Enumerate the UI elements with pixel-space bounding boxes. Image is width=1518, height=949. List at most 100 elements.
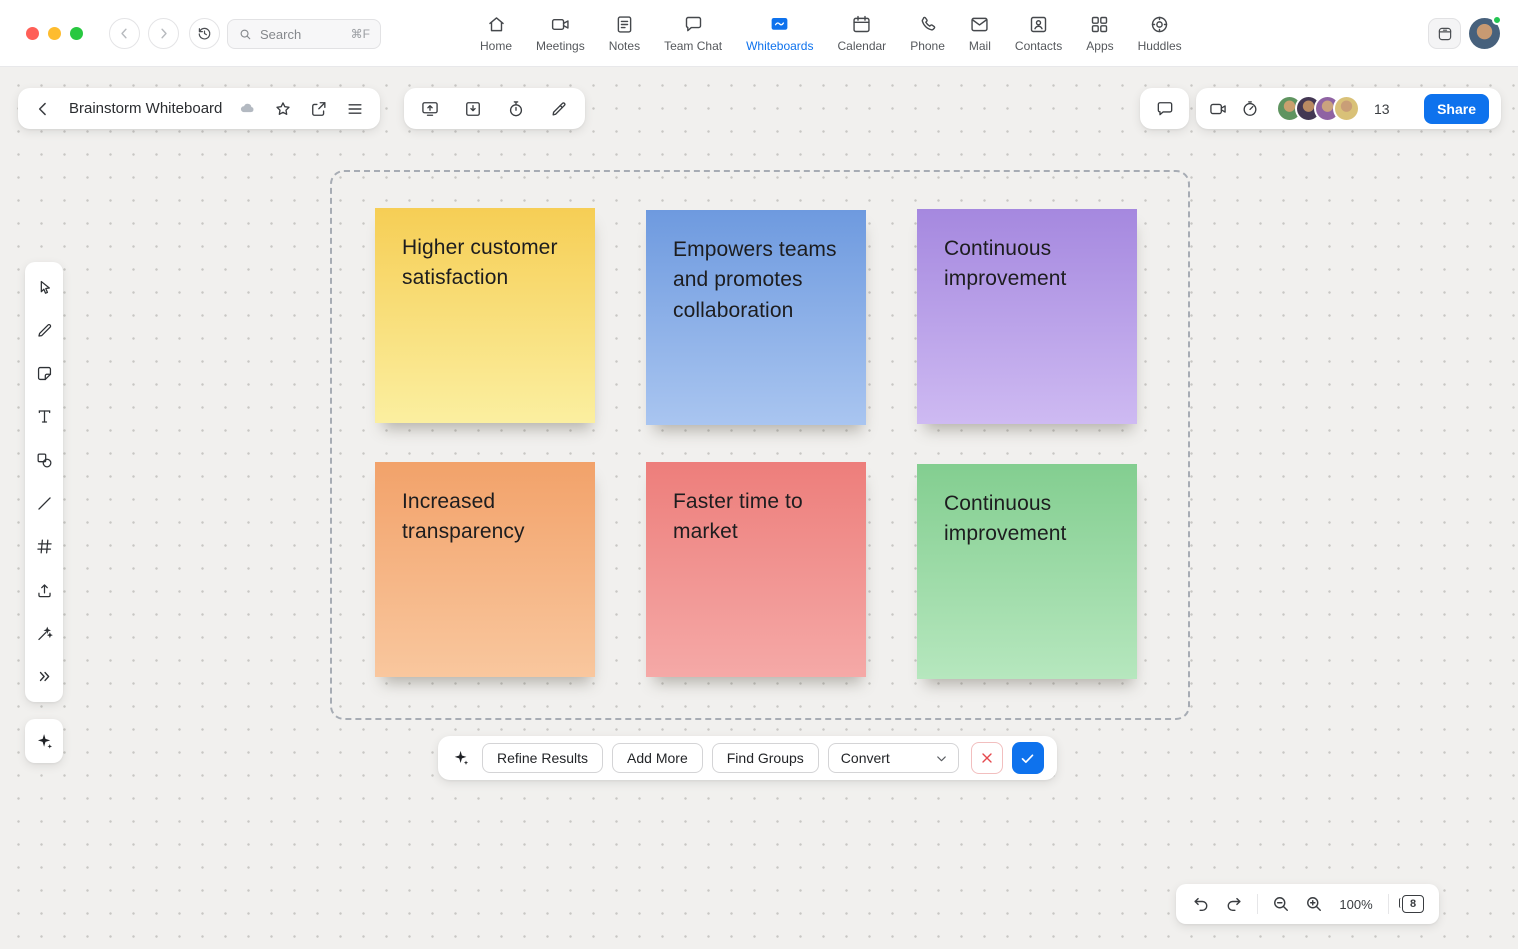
- sticky-note[interactable]: Continuous improvement: [917, 209, 1137, 424]
- ai-assistant-button[interactable]: [34, 731, 55, 752]
- upload-icon: [35, 581, 54, 600]
- tab-label: Huddles: [1138, 39, 1182, 53]
- zoom-out-button[interactable]: [1271, 894, 1291, 914]
- tab-meetings[interactable]: Meetings: [524, 14, 597, 53]
- minimize-window-button[interactable]: [48, 27, 61, 40]
- reject-ai-button[interactable]: [971, 742, 1003, 774]
- pen-icon: [35, 321, 54, 340]
- present-button[interactable]: [420, 99, 440, 119]
- back-button[interactable]: [109, 18, 140, 49]
- huddles-icon: [1149, 14, 1170, 35]
- ai-assistant-card: [25, 719, 63, 763]
- share-button[interactable]: Share: [1424, 94, 1489, 124]
- board-menu-button[interactable]: [345, 99, 365, 119]
- maximize-window-button[interactable]: [70, 27, 83, 40]
- accept-ai-button[interactable]: [1012, 742, 1044, 774]
- save-board-button[interactable]: [463, 99, 483, 119]
- tab-contacts[interactable]: Contacts: [1003, 14, 1074, 53]
- tab-calendar[interactable]: Calendar: [825, 14, 898, 53]
- sticky-note[interactable]: Increased transparency: [375, 462, 595, 677]
- divider: [1257, 894, 1258, 914]
- menu-icon: [345, 99, 365, 119]
- sticky-note-text: Continuous improvement: [944, 234, 1110, 295]
- tab-label: Whiteboards: [746, 39, 813, 53]
- present-icon: [420, 99, 440, 119]
- undo-button[interactable]: [1191, 894, 1211, 914]
- convert-dropdown[interactable]: Convert: [828, 743, 959, 773]
- sticky-note[interactable]: Faster time to market: [646, 462, 866, 677]
- topbar: ⌘F Home Meetings Notes Team Chat Whitebo…: [0, 0, 1518, 67]
- tab-label: Contacts: [1015, 39, 1062, 53]
- tab-label: Phone: [910, 39, 945, 53]
- sticky-note-text: Continuous improvement: [944, 489, 1110, 550]
- tab-whiteboards[interactable]: Whiteboards: [734, 14, 825, 53]
- tab-label: Notes: [609, 39, 640, 53]
- star-icon: [273, 99, 293, 119]
- online-status-dot: [1492, 15, 1502, 25]
- annotate-icon: [549, 99, 569, 119]
- favorite-button[interactable]: [273, 99, 293, 119]
- x-icon: [979, 750, 995, 766]
- tab-huddles[interactable]: Huddles: [1126, 14, 1194, 53]
- notes-icon: [614, 14, 635, 35]
- main-nav: Home Meetings Notes Team Chat Whiteboard…: [468, 0, 1194, 67]
- sticky-note-text: Faster time to market: [673, 487, 839, 548]
- timer-gauge-button[interactable]: [1240, 99, 1260, 119]
- save-board-icon: [463, 99, 483, 119]
- history-button[interactable]: [189, 18, 220, 49]
- tab-home[interactable]: Home: [468, 14, 524, 53]
- timer-button[interactable]: [506, 99, 526, 119]
- tab-mail[interactable]: Mail: [957, 14, 1003, 53]
- text-tool-button[interactable]: [25, 404, 63, 430]
- divider: [1388, 894, 1389, 914]
- magic-tools-button[interactable]: [25, 621, 63, 647]
- dock-panel-button[interactable]: [1428, 18, 1461, 49]
- tab-label: Home: [480, 39, 512, 53]
- forward-button[interactable]: [148, 18, 179, 49]
- upload-tool-button[interactable]: [25, 577, 63, 603]
- find-groups-button[interactable]: Find Groups: [712, 743, 819, 773]
- sticky-note[interactable]: Higher customer satisfaction: [375, 208, 595, 423]
- search-input[interactable]: [260, 27, 344, 42]
- chevron-down-icon: [934, 751, 949, 766]
- add-more-button[interactable]: Add More: [612, 743, 703, 773]
- user-avatar[interactable]: [1469, 18, 1500, 49]
- line-tool-button[interactable]: [25, 491, 63, 517]
- search-icon: [238, 27, 253, 42]
- sticky-note[interactable]: Continuous improvement: [917, 464, 1137, 679]
- zoom-level: 100%: [1337, 897, 1375, 912]
- camera-button[interactable]: [1208, 99, 1228, 119]
- redo-button[interactable]: [1224, 894, 1244, 914]
- frame-tool-button[interactable]: [25, 534, 63, 560]
- undo-icon: [1191, 894, 1211, 914]
- chevron-left-icon: [116, 25, 133, 42]
- comments-button[interactable]: [1155, 99, 1175, 119]
- tab-apps[interactable]: Apps: [1074, 14, 1125, 53]
- frames-panel-button[interactable]: 8: [1402, 895, 1424, 913]
- refine-results-button[interactable]: Refine Results: [482, 743, 603, 773]
- shapes-tool-button[interactable]: [25, 447, 63, 473]
- select-tool-button[interactable]: [25, 274, 63, 300]
- pen-tool-button[interactable]: [25, 317, 63, 343]
- comments-card: [1140, 88, 1189, 129]
- annotate-button[interactable]: [549, 99, 569, 119]
- timer-gauge-icon: [1240, 99, 1260, 119]
- text-icon: [35, 407, 54, 426]
- open-external-icon: [309, 99, 329, 119]
- open-external-button[interactable]: [309, 99, 329, 119]
- search-field[interactable]: ⌘F: [227, 19, 381, 49]
- tab-notes[interactable]: Notes: [597, 14, 652, 53]
- tab-team-chat[interactable]: Team Chat: [652, 14, 734, 53]
- zoom-in-button[interactable]: [1304, 894, 1324, 914]
- participants-button[interactable]: [1276, 95, 1360, 122]
- more-tools-button[interactable]: [25, 664, 63, 690]
- board-back-button[interactable]: [33, 99, 53, 119]
- tab-label: Mail: [969, 39, 991, 53]
- search-shortcut: ⌘F: [351, 27, 370, 41]
- sticky-note[interactable]: Empowers teams and promotes collaboratio…: [646, 210, 866, 425]
- apps-icon: [1089, 14, 1110, 35]
- tab-phone[interactable]: Phone: [898, 14, 957, 53]
- sticky-note-tool-button[interactable]: [25, 361, 63, 387]
- close-window-button[interactable]: [26, 27, 39, 40]
- sparkle-icon: [451, 748, 471, 768]
